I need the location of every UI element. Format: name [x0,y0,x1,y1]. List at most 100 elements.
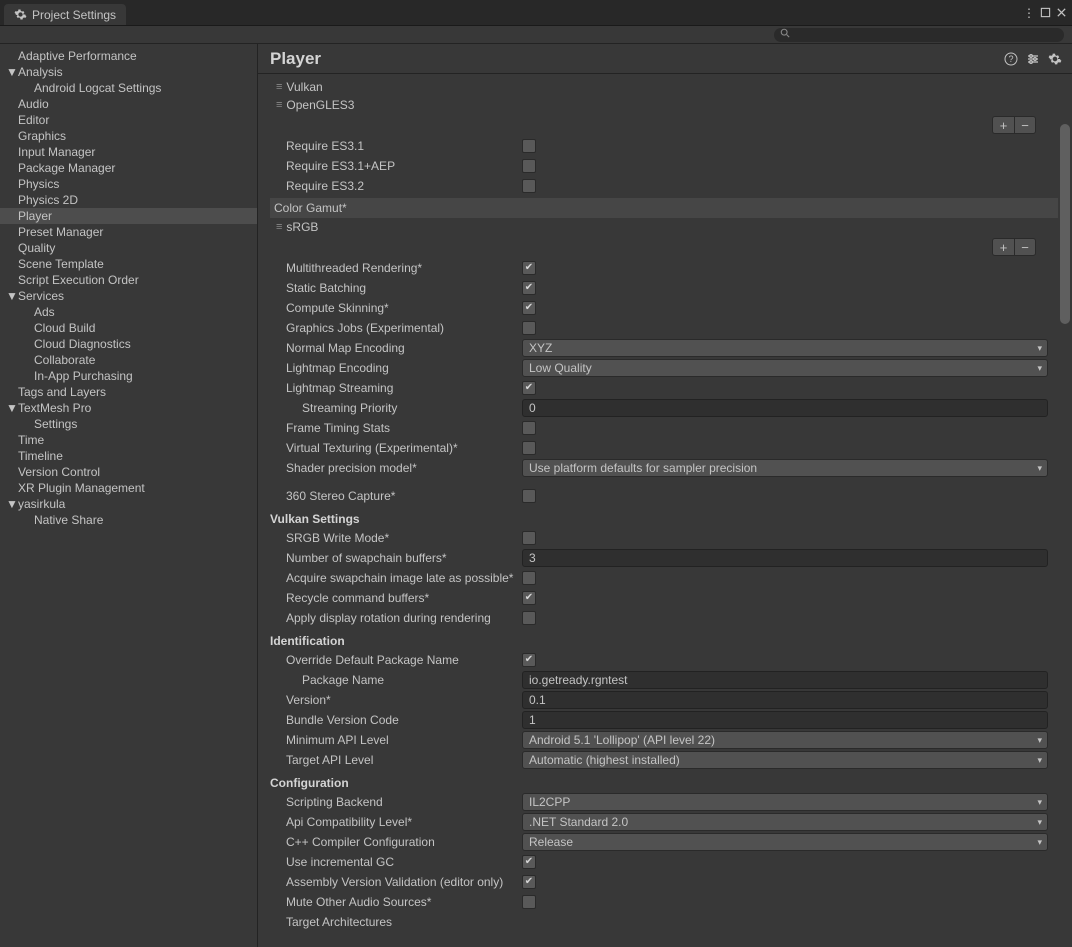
remove-button[interactable]: − [1014,238,1036,256]
sidebar-item[interactable]: Script Execution Order [0,272,257,288]
gear-icon[interactable] [1048,52,1062,66]
sidebar-item[interactable]: ▼yasirkula [0,496,257,512]
help-icon[interactable]: ? [1004,52,1018,66]
checkbox[interactable] [522,139,536,153]
sidebar-item[interactable]: Cloud Diagnostics [0,336,257,352]
sidebar-item[interactable]: Collaborate [0,352,257,368]
setting-label: Static Batching [270,281,522,295]
text-input[interactable]: 3 [522,549,1048,567]
dropdown[interactable]: Android 5.1 'Lollipop' (API level 22) [522,731,1048,749]
presets-icon[interactable] [1026,52,1040,66]
sidebar-item-label: Ads [34,305,55,319]
checkbox[interactable] [522,855,536,869]
dropdown[interactable]: .NET Standard 2.0 [522,813,1048,831]
checkbox[interactable] [522,159,536,173]
main-header: Player ? [258,44,1072,74]
sidebar-item[interactable]: Editor [0,112,257,128]
sidebar-item[interactable]: Tags and Layers [0,384,257,400]
sidebar-item-label: Analysis [18,65,63,79]
sidebar-item[interactable]: Adaptive Performance [0,48,257,64]
sidebar-item[interactable]: Ads [0,304,257,320]
kebab-icon[interactable]: ⋮ [1022,6,1036,20]
sidebar-item[interactable]: ▼Services [0,288,257,304]
checkbox[interactable] [522,301,536,315]
checkbox[interactable] [522,421,536,435]
sidebar-item[interactable]: Input Manager [0,144,257,160]
checkbox[interactable] [522,441,536,455]
sidebar-item[interactable]: Native Share [0,512,257,528]
checkbox[interactable] [522,653,536,667]
sidebar-item[interactable]: Time [0,432,257,448]
sidebar-item[interactable]: Physics 2D [0,192,257,208]
remove-button[interactable]: − [1014,116,1036,134]
checkbox[interactable] [522,179,536,193]
maximize-icon[interactable] [1038,6,1052,20]
setting-row: Minimum API LevelAndroid 5.1 'Lollipop' … [270,730,1048,750]
checkbox[interactable] [522,261,536,275]
sidebar-item[interactable]: XR Plugin Management [0,480,257,496]
dropdown[interactable]: Release [522,833,1048,851]
checkbox[interactable] [522,591,536,605]
sidebar-item[interactable]: Scene Template [0,256,257,272]
setting-label: Scripting Backend [270,795,522,809]
sidebar-item[interactable]: Player [0,208,257,224]
sidebar-item[interactable]: Graphics [0,128,257,144]
text-input[interactable]: 0.1 [522,691,1048,709]
sidebar-item[interactable]: Cloud Build [0,320,257,336]
setting-row: Assembly Version Validation (editor only… [270,872,1048,892]
setting-label: Recycle command buffers* [270,591,522,605]
list-item[interactable]: ≡sRGB [270,218,1048,236]
setting-row: Normal Map EncodingXYZ [270,338,1048,358]
sidebar-item-label: TextMesh Pro [18,401,91,415]
sidebar-item[interactable]: Version Control [0,464,257,480]
dropdown[interactable]: IL2CPP [522,793,1048,811]
sidebar-item-label: Timeline [18,449,63,463]
sidebar-item[interactable]: Audio [0,96,257,112]
dropdown[interactable]: Use platform defaults for sampler precis… [522,459,1048,477]
checkbox[interactable] [522,531,536,545]
dropdown[interactable]: XYZ [522,339,1048,357]
text-input[interactable]: 1 [522,711,1048,729]
text-input[interactable]: 0 [522,399,1048,417]
sidebar-item[interactable]: Package Manager [0,160,257,176]
add-button[interactable]: + [992,116,1014,134]
search-input[interactable] [774,28,1064,42]
setting-label: Require ES3.1+AEP [270,159,522,173]
sidebar-item[interactable]: Timeline [0,448,257,464]
scrollbar-thumb[interactable] [1060,124,1070,324]
title-bar: Project Settings ⋮ [0,0,1072,26]
add-button[interactable]: + [992,238,1014,256]
checkbox[interactable] [522,381,536,395]
checkbox[interactable] [522,281,536,295]
sidebar-item-label: Version Control [18,465,100,479]
section-header: Vulkan Settings [270,506,1048,528]
sidebar-item[interactable]: ▼Analysis [0,64,257,80]
dropdown[interactable]: Automatic (highest installed) [522,751,1048,769]
sidebar-item[interactable]: Physics [0,176,257,192]
setting-label: Api Compatibility Level* [270,815,522,829]
checkbox[interactable] [522,571,536,585]
sidebar-item-label: Scene Template [18,257,104,271]
page-title: Player [270,49,321,69]
sidebar-item[interactable]: Preset Manager [0,224,257,240]
window-tab[interactable]: Project Settings [4,4,126,25]
sidebar-item[interactable]: Quality [0,240,257,256]
checkbox[interactable] [522,321,536,335]
checkbox[interactable] [522,611,536,625]
checkbox[interactable] [522,875,536,889]
chevron-down-icon: ▼ [6,401,16,415]
text-input[interactable]: io.getready.rgntest [522,671,1048,689]
checkbox[interactable] [522,895,536,909]
sidebar-item-label: Adaptive Performance [18,49,137,63]
list-item[interactable]: ≡Vulkan [270,78,1048,96]
list-item[interactable]: ≡OpenGLES3 [270,96,1048,114]
sidebar-item[interactable]: Android Logcat Settings [0,80,257,96]
sidebar-item[interactable]: In-App Purchasing [0,368,257,384]
close-icon[interactable] [1054,6,1068,20]
setting-label: SRGB Write Mode* [270,531,522,545]
checkbox[interactable] [522,489,536,503]
dropdown[interactable]: Low Quality [522,359,1048,377]
sidebar-item-label: Graphics [18,129,66,143]
sidebar-item[interactable]: ▼TextMesh Pro [0,400,257,416]
sidebar-item[interactable]: Settings [0,416,257,432]
